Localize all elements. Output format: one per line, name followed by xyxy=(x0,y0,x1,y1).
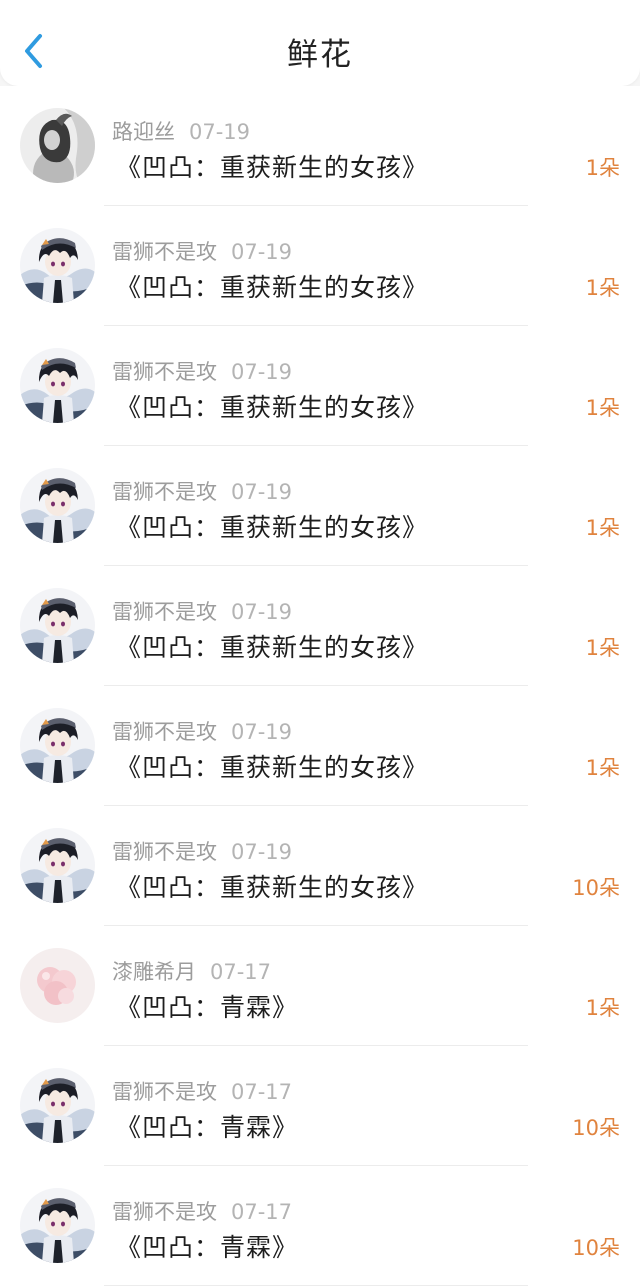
book-title[interactable]: 《凹凸：重获新生的女孩》 xyxy=(116,748,428,784)
book-title[interactable]: 《凹凸：重获新生的女孩》 xyxy=(116,628,428,664)
item-meta: 雷狮不是攻 07-19 xyxy=(112,716,292,746)
flower-count: 1朵 xyxy=(585,396,620,420)
list-item[interactable]: 雷狮不是攻 07-19 《凹凸：重获新生的女孩》 1朵 xyxy=(0,446,640,566)
flower-list: 路迎丝 07-19 《凹凸：重获新生的女孩》 1朵 雷狮不是攻 07-19 《凹凸：… xyxy=(0,86,640,1286)
book-title[interactable]: 《凹凸：重获新生的女孩》 xyxy=(116,148,428,184)
avatar[interactable] xyxy=(20,1068,95,1143)
list-item[interactable]: 雷狮不是攻 07-19 《凹凸：重获新生的女孩》 1朵 xyxy=(0,206,640,326)
user-name[interactable]: 雷狮不是攻 xyxy=(112,720,217,744)
item-meta: 路迎丝 07-19 xyxy=(112,116,250,146)
user-name[interactable]: 雷狮不是攻 xyxy=(112,600,217,624)
book-title[interactable]: 《凹凸：重获新生的女孩》 xyxy=(116,268,428,304)
avatar[interactable] xyxy=(20,828,95,903)
flower-count: 1朵 xyxy=(585,636,620,660)
flower-count: 10朵 xyxy=(572,1116,620,1140)
send-date: 07-17 xyxy=(231,1080,293,1104)
flower-count: 1朵 xyxy=(585,156,620,180)
book-title[interactable]: 《凹凸：重获新生的女孩》 xyxy=(116,388,428,424)
flower-count: 1朵 xyxy=(585,276,620,300)
book-title[interactable]: 《凹凸：青霖》 xyxy=(116,988,298,1024)
flower-count: 10朵 xyxy=(572,1236,620,1260)
send-date: 07-19 xyxy=(231,240,293,264)
list-item[interactable]: 雷狮不是攻 07-17 《凹凸：青霖》 10朵 xyxy=(0,1046,640,1166)
user-name[interactable]: 雷狮不是攻 xyxy=(112,360,217,384)
user-name[interactable]: 雷狮不是攻 xyxy=(112,240,217,264)
flower-count: 1朵 xyxy=(585,516,620,540)
avatar[interactable] xyxy=(20,468,95,543)
list-item[interactable]: 雷狮不是攻 07-19 《凹凸：重获新生的女孩》 10朵 xyxy=(0,806,640,926)
send-date: 07-19 xyxy=(231,720,293,744)
list-item[interactable]: 雷狮不是攻 07-17 《凹凸：青霖》 10朵 xyxy=(0,1166,640,1286)
item-meta: 雷狮不是攻 07-17 xyxy=(112,1076,292,1106)
list-item[interactable]: 路迎丝 07-19 《凹凸：重获新生的女孩》 1朵 xyxy=(0,86,640,206)
list-item[interactable]: 雷狮不是攻 07-19 《凹凸：重获新生的女孩》 1朵 xyxy=(0,686,640,806)
header-bar: 鲜花 xyxy=(0,0,640,86)
send-date: 07-17 xyxy=(231,1200,293,1224)
item-meta: 雷狮不是攻 07-19 xyxy=(112,236,292,266)
avatar[interactable] xyxy=(20,588,95,663)
avatar[interactable] xyxy=(20,348,95,423)
book-title[interactable]: 《凹凸：青霖》 xyxy=(116,1228,298,1264)
user-name[interactable]: 雷狮不是攻 xyxy=(112,1080,217,1104)
book-title[interactable]: 《凹凸：重获新生的女孩》 xyxy=(116,508,428,544)
flower-count: 1朵 xyxy=(585,756,620,780)
avatar[interactable] xyxy=(20,108,95,183)
send-date: 07-19 xyxy=(231,480,293,504)
page-title: 鲜花 xyxy=(287,37,353,73)
list-item[interactable]: 漆雕希月 07-17 《凹凸：青霖》 1朵 xyxy=(0,926,640,1046)
flower-count: 10朵 xyxy=(572,876,620,900)
item-meta: 雷狮不是攻 07-19 xyxy=(112,836,292,866)
avatar[interactable] xyxy=(20,228,95,303)
item-meta: 雷狮不是攻 07-19 xyxy=(112,476,292,506)
user-name[interactable]: 雷狮不是攻 xyxy=(112,1200,217,1224)
flower-count: 1朵 xyxy=(585,996,620,1020)
list-item[interactable]: 雷狮不是攻 07-19 《凹凸：重获新生的女孩》 1朵 xyxy=(0,566,640,686)
avatar[interactable] xyxy=(20,1188,95,1263)
user-name[interactable]: 漆雕希月 xyxy=(112,960,196,984)
send-date: 07-19 xyxy=(231,840,293,864)
avatar[interactable] xyxy=(20,708,95,783)
item-meta: 雷狮不是攻 07-17 xyxy=(112,1196,292,1226)
item-meta: 雷狮不是攻 07-19 xyxy=(112,596,292,626)
avatar[interactable] xyxy=(20,948,95,1023)
item-meta: 雷狮不是攻 07-19 xyxy=(112,356,292,386)
book-title[interactable]: 《凹凸：重获新生的女孩》 xyxy=(116,868,428,904)
book-title[interactable]: 《凹凸：青霖》 xyxy=(116,1108,298,1144)
send-date: 07-19 xyxy=(231,600,293,624)
send-date: 07-17 xyxy=(210,960,272,984)
user-name[interactable]: 雷狮不是攻 xyxy=(112,840,217,864)
user-name[interactable]: 雷狮不是攻 xyxy=(112,480,217,504)
item-meta: 漆雕希月 07-17 xyxy=(112,956,271,986)
send-date: 07-19 xyxy=(231,360,293,384)
user-name[interactable]: 路迎丝 xyxy=(112,120,175,144)
send-date: 07-19 xyxy=(189,120,251,144)
list-item[interactable]: 雷狮不是攻 07-19 《凹凸：重获新生的女孩》 1朵 xyxy=(0,326,640,446)
